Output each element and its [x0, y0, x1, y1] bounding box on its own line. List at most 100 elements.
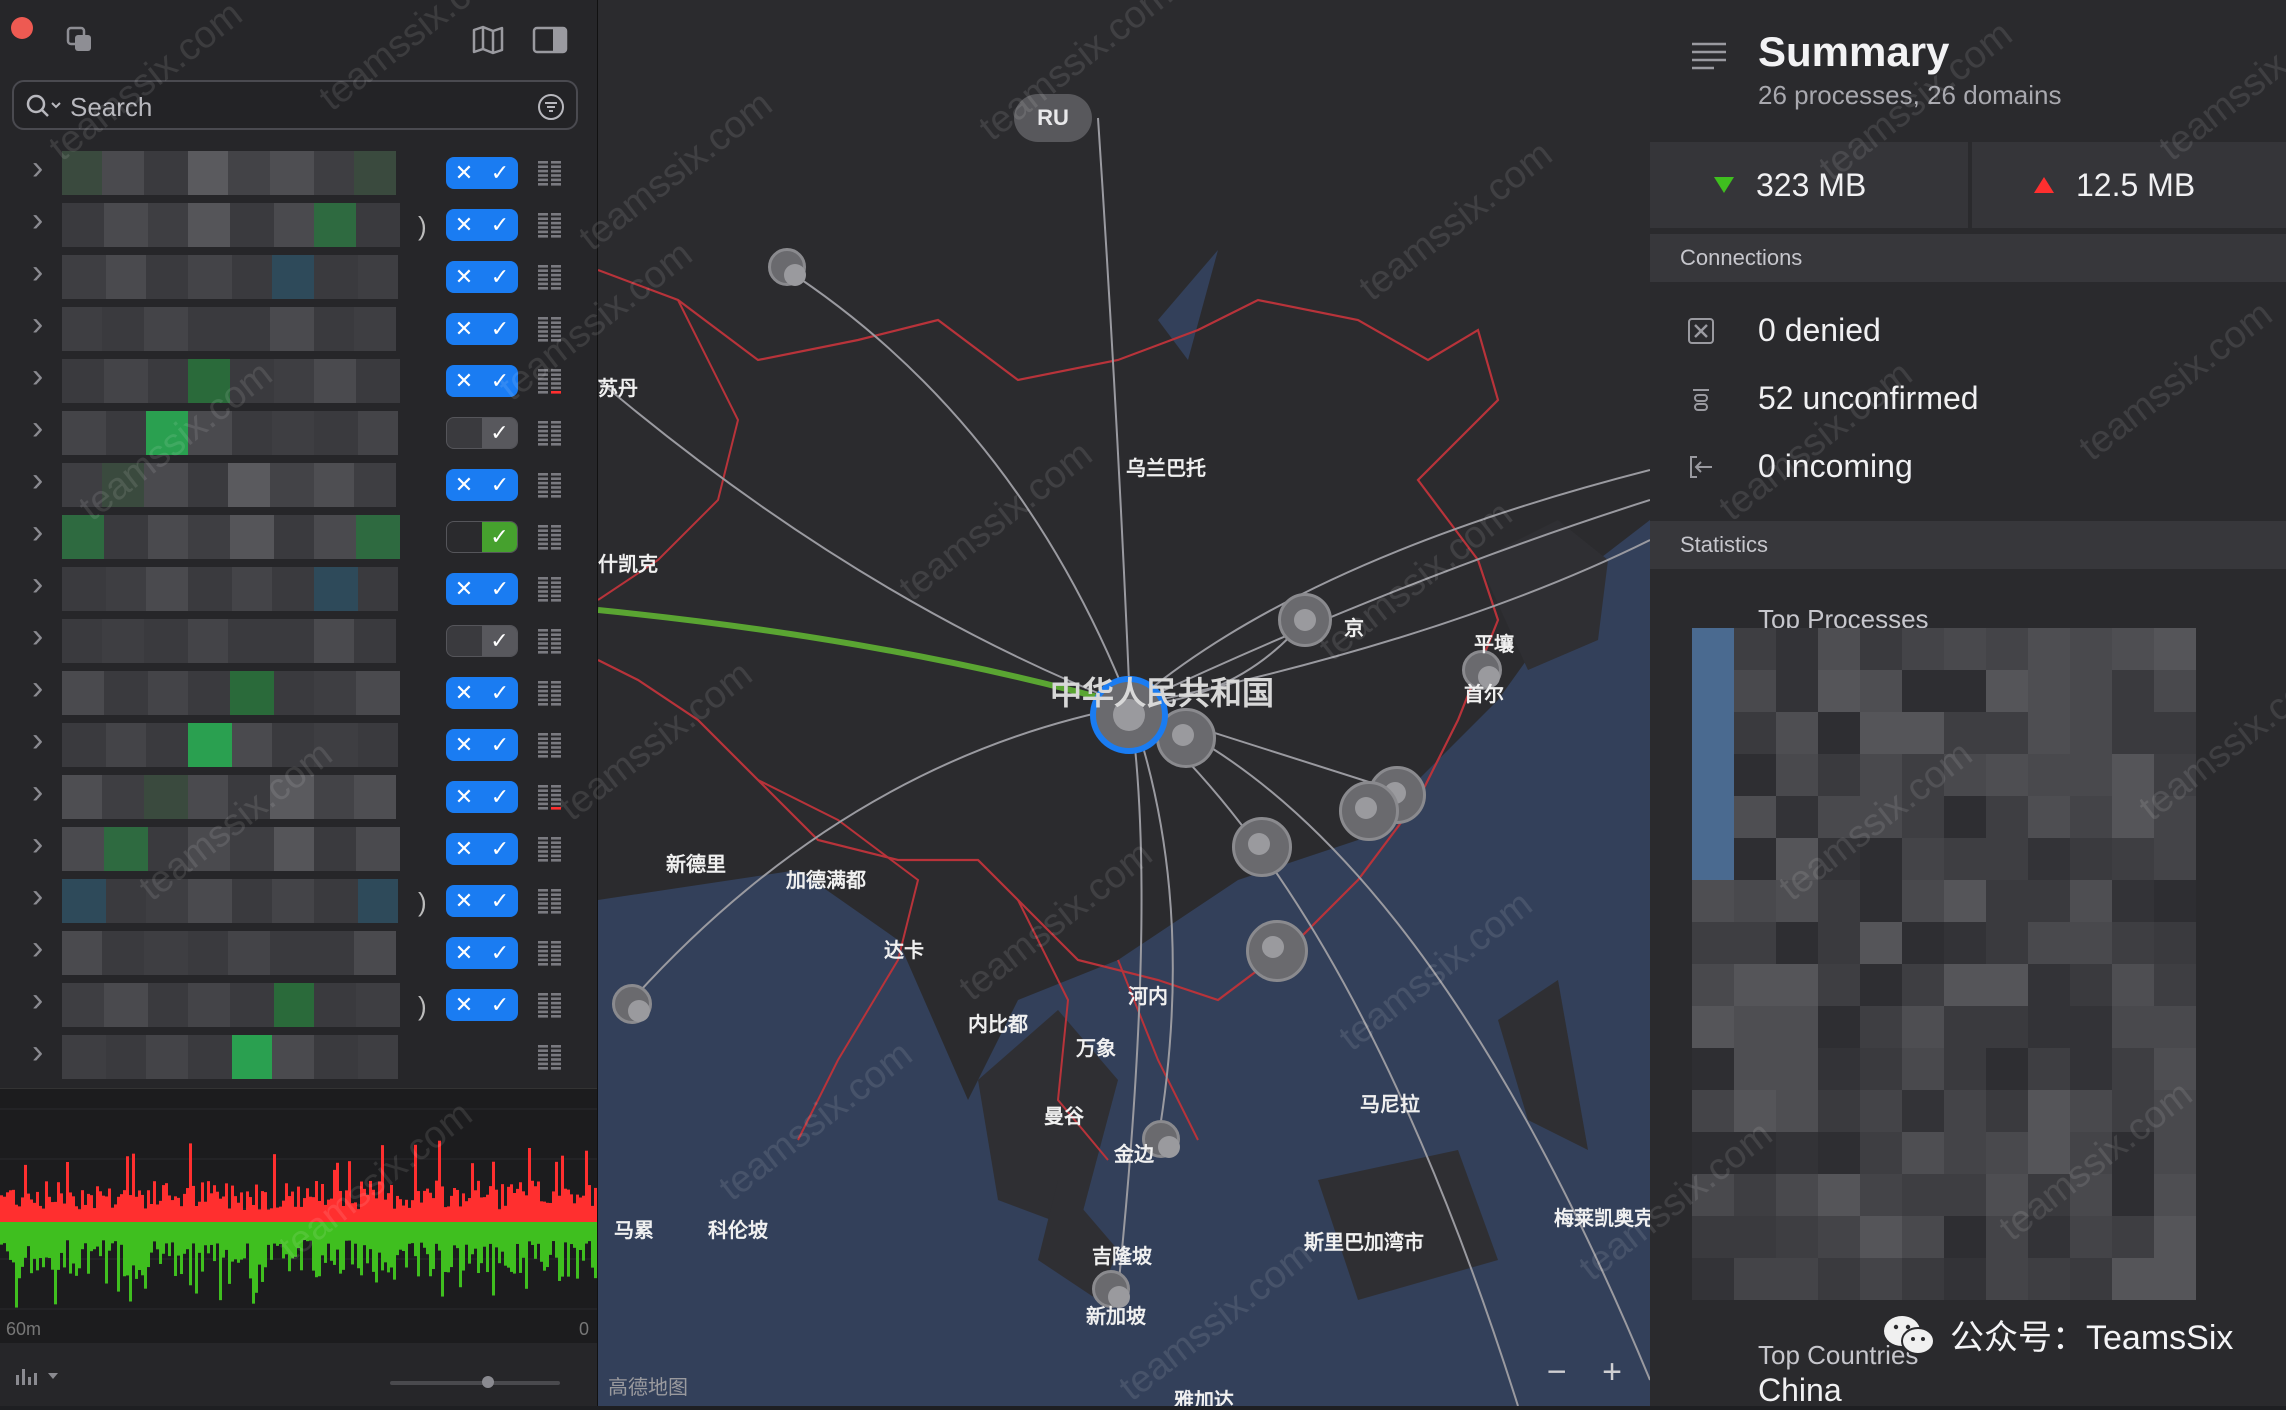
filter-icon[interactable]: [536, 92, 566, 122]
allow-icon[interactable]: ✓: [482, 885, 518, 917]
deny-icon[interactable]: ✕: [446, 157, 482, 189]
expand-chevron-icon[interactable]: ›: [32, 1033, 43, 1072]
process-row[interactable]: › ✕ ✓: [0, 719, 597, 771]
process-row[interactable]: › ✓: [0, 511, 597, 563]
process-row[interactable]: › ✓: [0, 407, 597, 459]
rule-toggle[interactable]: ✕ ✓: [446, 261, 518, 293]
deny-icon[interactable]: ✕: [446, 469, 482, 501]
allow-icon[interactable]: ✓: [482, 261, 518, 293]
allow-icon[interactable]: ✓: [482, 626, 517, 656]
rule-toggle[interactable]: ✕ ✓: [446, 989, 518, 1021]
rule-toggle[interactable]: ✕ ✓: [446, 781, 518, 813]
allow-icon[interactable]: ✓: [482, 365, 518, 397]
deny-icon[interactable]: ✕: [446, 209, 482, 241]
unconfirmed-count[interactable]: 52 unconfirmed: [1758, 380, 1979, 417]
rule-toggle[interactable]: ✓: [446, 625, 518, 657]
allow-icon[interactable]: ✓: [482, 937, 518, 969]
expand-chevron-icon[interactable]: ›: [32, 357, 43, 396]
process-row[interactable]: › ✕ ✓: [0, 563, 597, 615]
process-row[interactable]: › ✕ ✓: [0, 459, 597, 511]
slider-knob[interactable]: [482, 1376, 494, 1388]
deny-icon[interactable]: ✕: [446, 833, 482, 865]
rule-toggle[interactable]: ✕ ✓: [446, 313, 518, 345]
rule-toggle[interactable]: ✕ ✓: [446, 729, 518, 761]
map-node[interactable]: [768, 248, 806, 286]
expand-chevron-icon[interactable]: ›: [32, 305, 43, 344]
time-range-slider[interactable]: [390, 1376, 560, 1388]
allow-icon[interactable]: ✓: [482, 677, 518, 709]
expand-chevron-icon[interactable]: ›: [32, 409, 43, 448]
allow-icon[interactable]: ✓: [482, 313, 518, 345]
rule-toggle[interactable]: ✕ ✓: [446, 209, 518, 241]
expand-chevron-icon[interactable]: ›: [32, 929, 43, 968]
rule-toggle[interactable]: ✕ ✓: [446, 365, 518, 397]
sidebar-toggle-icon[interactable]: [531, 24, 569, 56]
rule-toggle[interactable]: ✕ ✓: [446, 677, 518, 709]
deny-icon[interactable]: ✕: [446, 729, 482, 761]
deny-icon[interactable]: ✕: [446, 573, 482, 605]
map-node[interactable]: [1339, 781, 1399, 841]
process-row[interactable]: › ✕ ✓: [0, 147, 597, 199]
copy-window-icon[interactable]: [64, 24, 96, 56]
deny-icon[interactable]: ✕: [446, 365, 482, 397]
deny-icon[interactable]: ✕: [446, 677, 482, 709]
process-row[interactable]: › ✕ ✓: [0, 667, 597, 719]
process-row[interactable]: › ✓: [0, 615, 597, 667]
process-row[interactable]: ›) ✕ ✓: [0, 979, 597, 1031]
expand-chevron-icon[interactable]: ›: [32, 461, 43, 500]
expand-chevron-icon[interactable]: ›: [32, 201, 43, 240]
allow-icon[interactable]: ✓: [482, 209, 518, 241]
deny-icon[interactable]: ✕: [446, 781, 482, 813]
process-row[interactable]: ›) ✕ ✓: [0, 875, 597, 927]
zoom-in-button[interactable]: +: [1602, 1353, 1622, 1391]
deny-icon[interactable]: ✕: [446, 261, 482, 293]
allow-icon[interactable]: ✓: [482, 522, 517, 552]
process-row[interactable]: ›: [0, 1031, 597, 1083]
allow-icon[interactable]: ✓: [482, 833, 518, 865]
expand-chevron-icon[interactable]: ›: [32, 253, 43, 292]
rule-toggle[interactable]: ✕ ✓: [446, 469, 518, 501]
process-row[interactable]: › ✕ ✓: [0, 771, 597, 823]
map-node[interactable]: [1232, 817, 1292, 877]
country-badge-ru[interactable]: RU: [1014, 94, 1092, 142]
map-node[interactable]: [1246, 920, 1308, 982]
expand-chevron-icon[interactable]: ›: [32, 721, 43, 760]
expand-chevron-icon[interactable]: ›: [32, 773, 43, 812]
process-row[interactable]: › ✕ ✓: [0, 823, 597, 875]
deny-icon[interactable]: ✕: [446, 989, 482, 1021]
deny-icon[interactable]: [447, 522, 482, 552]
process-row[interactable]: › ✕ ✓: [0, 355, 597, 407]
list-menu-icon[interactable]: [1690, 40, 1728, 70]
expand-chevron-icon[interactable]: ›: [32, 149, 43, 188]
expand-chevron-icon[interactable]: ›: [32, 877, 43, 916]
close-window-button[interactable]: [11, 17, 33, 39]
search-field[interactable]: Search: [12, 80, 578, 130]
rule-toggle[interactable]: ✕ ✓: [446, 937, 518, 969]
allow-icon[interactable]: ✓: [482, 573, 518, 605]
process-row[interactable]: ›) ✕ ✓: [0, 199, 597, 251]
allow-icon[interactable]: ✓: [482, 469, 518, 501]
process-row[interactable]: › ✕ ✓: [0, 927, 597, 979]
allow-icon[interactable]: ✓: [482, 781, 518, 813]
map-node[interactable]: [612, 984, 652, 1024]
rule-toggle[interactable]: ✓: [446, 417, 518, 449]
zoom-out-button[interactable]: −: [1547, 1353, 1567, 1391]
world-map[interactable]: RU 苏丹 乌兰巴托 什凯克 中华人民共和国 京 平壤 首尔 新德里 加德满都 …: [598, 0, 1650, 1406]
denied-count[interactable]: 0 denied: [1758, 312, 1881, 349]
deny-icon[interactable]: ✕: [446, 313, 482, 345]
deny-icon[interactable]: [447, 626, 482, 656]
deny-icon[interactable]: [447, 418, 482, 448]
allow-icon[interactable]: ✓: [482, 418, 517, 448]
expand-chevron-icon[interactable]: ›: [32, 565, 43, 604]
deny-icon[interactable]: ✕: [446, 937, 482, 969]
rule-toggle[interactable]: ✕ ✓: [446, 885, 518, 917]
map-node[interactable]: [1278, 593, 1332, 647]
graph-mode-icon[interactable]: [14, 1365, 64, 1387]
expand-chevron-icon[interactable]: ›: [32, 617, 43, 656]
allow-icon[interactable]: ✓: [482, 729, 518, 761]
expand-chevron-icon[interactable]: ›: [32, 825, 43, 864]
rule-toggle[interactable]: ✕ ✓: [446, 573, 518, 605]
rule-toggle[interactable]: ✕ ✓: [446, 833, 518, 865]
expand-chevron-icon[interactable]: ›: [32, 981, 43, 1020]
process-row[interactable]: › ✕ ✓: [0, 303, 597, 355]
